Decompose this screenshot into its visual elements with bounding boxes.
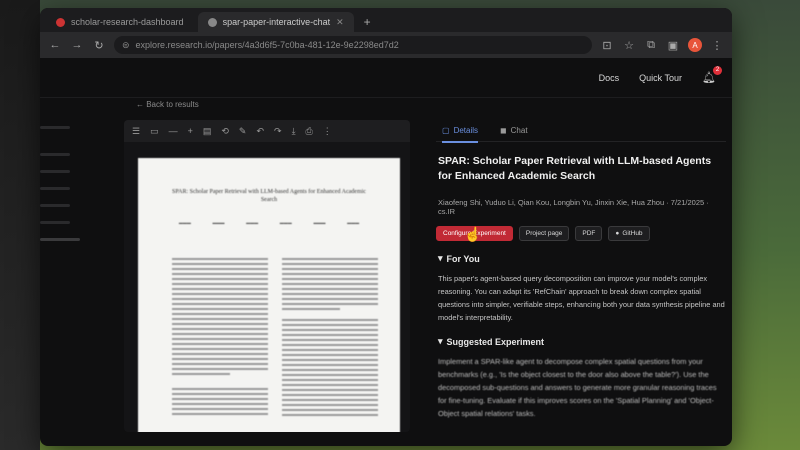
download-icon[interactable]: ⤓: [292, 126, 296, 137]
desktop-background: [0, 0, 40, 450]
for-you-body: This paper's agent-based query decomposi…: [438, 274, 725, 322]
pdf-authors-block: ▬▬▬ ▬▬▬ ▬▬▬ ▬▬▬ ▬▬▬ ▬▬▬: [168, 220, 370, 225]
bell-icon[interactable]: 🔔︎ 2: [702, 65, 722, 85]
tab-label: scholar-research-dashboard: [71, 17, 184, 27]
browser-window: scholar-research-dashboard spar-paper-in…: [40, 8, 732, 446]
details-tabs: ▢ Details ◼ Chat: [436, 120, 726, 143]
app-header: Docs Quick Tour 🔔︎ 2: [40, 58, 732, 98]
triangle-down-icon: ▾: [438, 336, 443, 346]
document-icon: ▢: [442, 126, 450, 135]
pdf-author-line: ▬▬▬: [178, 220, 191, 225]
profile-avatar[interactable]: A: [688, 38, 702, 52]
action-buttons: Configure Experiment Project page PDF ● …: [436, 226, 726, 242]
undo-icon[interactable]: ↶: [256, 126, 264, 137]
pdf-author-line: ▬▬▬: [347, 220, 360, 225]
sidebar-item[interactable]: [40, 153, 70, 156]
star-icon[interactable]: ☆: [622, 39, 636, 52]
pdf-author-line: ▬▬▬: [279, 220, 292, 225]
github-button[interactable]: ● GitHub: [608, 226, 650, 241]
back-to-results-link[interactable]: ← Back to results: [136, 100, 199, 109]
section-heading-text: Suggested Experiment: [446, 336, 545, 347]
browser-toolbar: ← → ↻ ⊜ explore.research.io/papers/4a3d6…: [40, 32, 732, 58]
print-icon[interactable]: ⎙: [306, 126, 313, 137]
forward-arrow-icon[interactable]: →: [70, 39, 84, 51]
pdf-author-line: ▬▬▬: [246, 220, 259, 225]
notification-badge: 2: [713, 65, 722, 75]
sidebar: [40, 98, 82, 446]
cast-icon[interactable]: ⊡: [600, 39, 614, 52]
fit-page-icon[interactable]: ▤: [203, 126, 212, 137]
docs-link[interactable]: Docs: [599, 73, 620, 83]
tab-label: Chat: [510, 126, 528, 135]
triangle-down-icon: ▾: [438, 253, 443, 263]
url-text: explore.research.io/papers/4a3d6f5-7c0ba…: [135, 40, 399, 50]
hand-cursor-icon: ☝: [464, 226, 482, 242]
pdf-viewer: ☰ ▭ — + ▤ ⟲ ✎ ↶ ↷ ⤓ ⎙ ⋮ SPAR: Scholar Pa…: [124, 120, 410, 432]
zoom-in-icon[interactable]: +: [188, 126, 193, 136]
redo-icon[interactable]: ↷: [274, 126, 282, 137]
pdf-paper-title: SPAR: Scholar Paper Retrieval with LLM-b…: [172, 189, 366, 203]
section-heading-text: For You: [446, 253, 480, 264]
extensions-icon[interactable]: ⧉: [644, 39, 658, 52]
new-tab-button[interactable]: +: [358, 12, 377, 32]
site-info-icon[interactable]: ⊜: [122, 40, 130, 51]
more-icon[interactable]: ⋮: [323, 126, 332, 137]
browser-tab-active[interactable]: spar-paper-interactive-chat ✕: [197, 12, 354, 32]
project-page-button[interactable]: Project page: [518, 226, 570, 241]
rotate-icon[interactable]: ⟲: [221, 126, 229, 137]
address-bar[interactable]: ⊜ explore.research.io/papers/4a3d6f5-7c0…: [114, 36, 592, 54]
for-you-heading[interactable]: ▾ For You: [438, 253, 726, 264]
sidebar-item[interactable]: [40, 204, 70, 207]
back-arrow-icon[interactable]: ←: [48, 39, 62, 51]
tab-label: Details: [453, 126, 479, 135]
page-indicator-icon[interactable]: ▭: [150, 126, 159, 137]
sidebar-item[interactable]: [40, 221, 70, 224]
quick-tour-link[interactable]: Quick Tour: [639, 73, 682, 83]
favicon-icon: [207, 17, 217, 27]
pdf-body-text: [172, 258, 378, 419]
sidepanel-icon[interactable]: ▣: [666, 39, 680, 52]
tab-chat[interactable]: ◼ Chat: [500, 120, 528, 142]
pdf-button[interactable]: PDF: [575, 226, 603, 241]
github-icon: ●: [615, 230, 620, 237]
pdf-column-right: [282, 258, 378, 419]
tab-details[interactable]: ▢ Details: [442, 120, 479, 143]
highlight-icon[interactable]: ✎: [239, 126, 247, 137]
sidebar-item[interactable]: [40, 126, 70, 129]
suggested-experiment-body: Implement a SPAR-like agent to decompose…: [438, 357, 717, 418]
sidebar-item-active[interactable]: [40, 238, 80, 241]
zoom-out-icon[interactable]: —: [169, 126, 178, 136]
pdf-page: SPAR: Scholar Paper Retrieval with LLM-b…: [138, 158, 400, 432]
github-label: GitHub: [622, 230, 643, 237]
menu-kebab-icon[interactable]: ⋮: [710, 39, 724, 52]
pdf-toolbar: ☰ ▭ — + ▤ ⟲ ✎ ↶ ↷ ⤓ ⎙ ⋮: [124, 120, 410, 142]
close-icon[interactable]: ✕: [336, 17, 344, 28]
sidebar-item[interactable]: [40, 170, 70, 173]
favicon-icon: [56, 17, 65, 27]
paper-details-panel: ▢ Details ◼ Chat SPAR: Scholar Paper Ret…: [436, 120, 726, 420]
sidebar-item[interactable]: [40, 187, 70, 190]
pdf-column-left: [172, 258, 268, 419]
paper-meta: Xiaofeng Shi, Yuduo Li, Qian Kou, Longbi…: [438, 198, 709, 216]
pdf-author-line: ▬▬▬: [212, 220, 225, 225]
reload-icon[interactable]: ↻: [92, 39, 106, 52]
paper-title: SPAR: Scholar Paper Retrieval with LLM-b…: [438, 155, 712, 182]
pdf-author-line: ▬▬▬: [313, 220, 326, 225]
browser-tab[interactable]: scholar-research-dashboard: [46, 12, 194, 32]
tab-label: spar-paper-interactive-chat: [222, 17, 331, 27]
hamburger-icon[interactable]: ☰: [132, 126, 140, 137]
suggested-experiment-heading[interactable]: ▾ Suggested Experiment: [438, 336, 726, 347]
tab-strip: scholar-research-dashboard spar-paper-in…: [40, 8, 732, 32]
chat-bubble-icon: ◼: [500, 126, 507, 135]
